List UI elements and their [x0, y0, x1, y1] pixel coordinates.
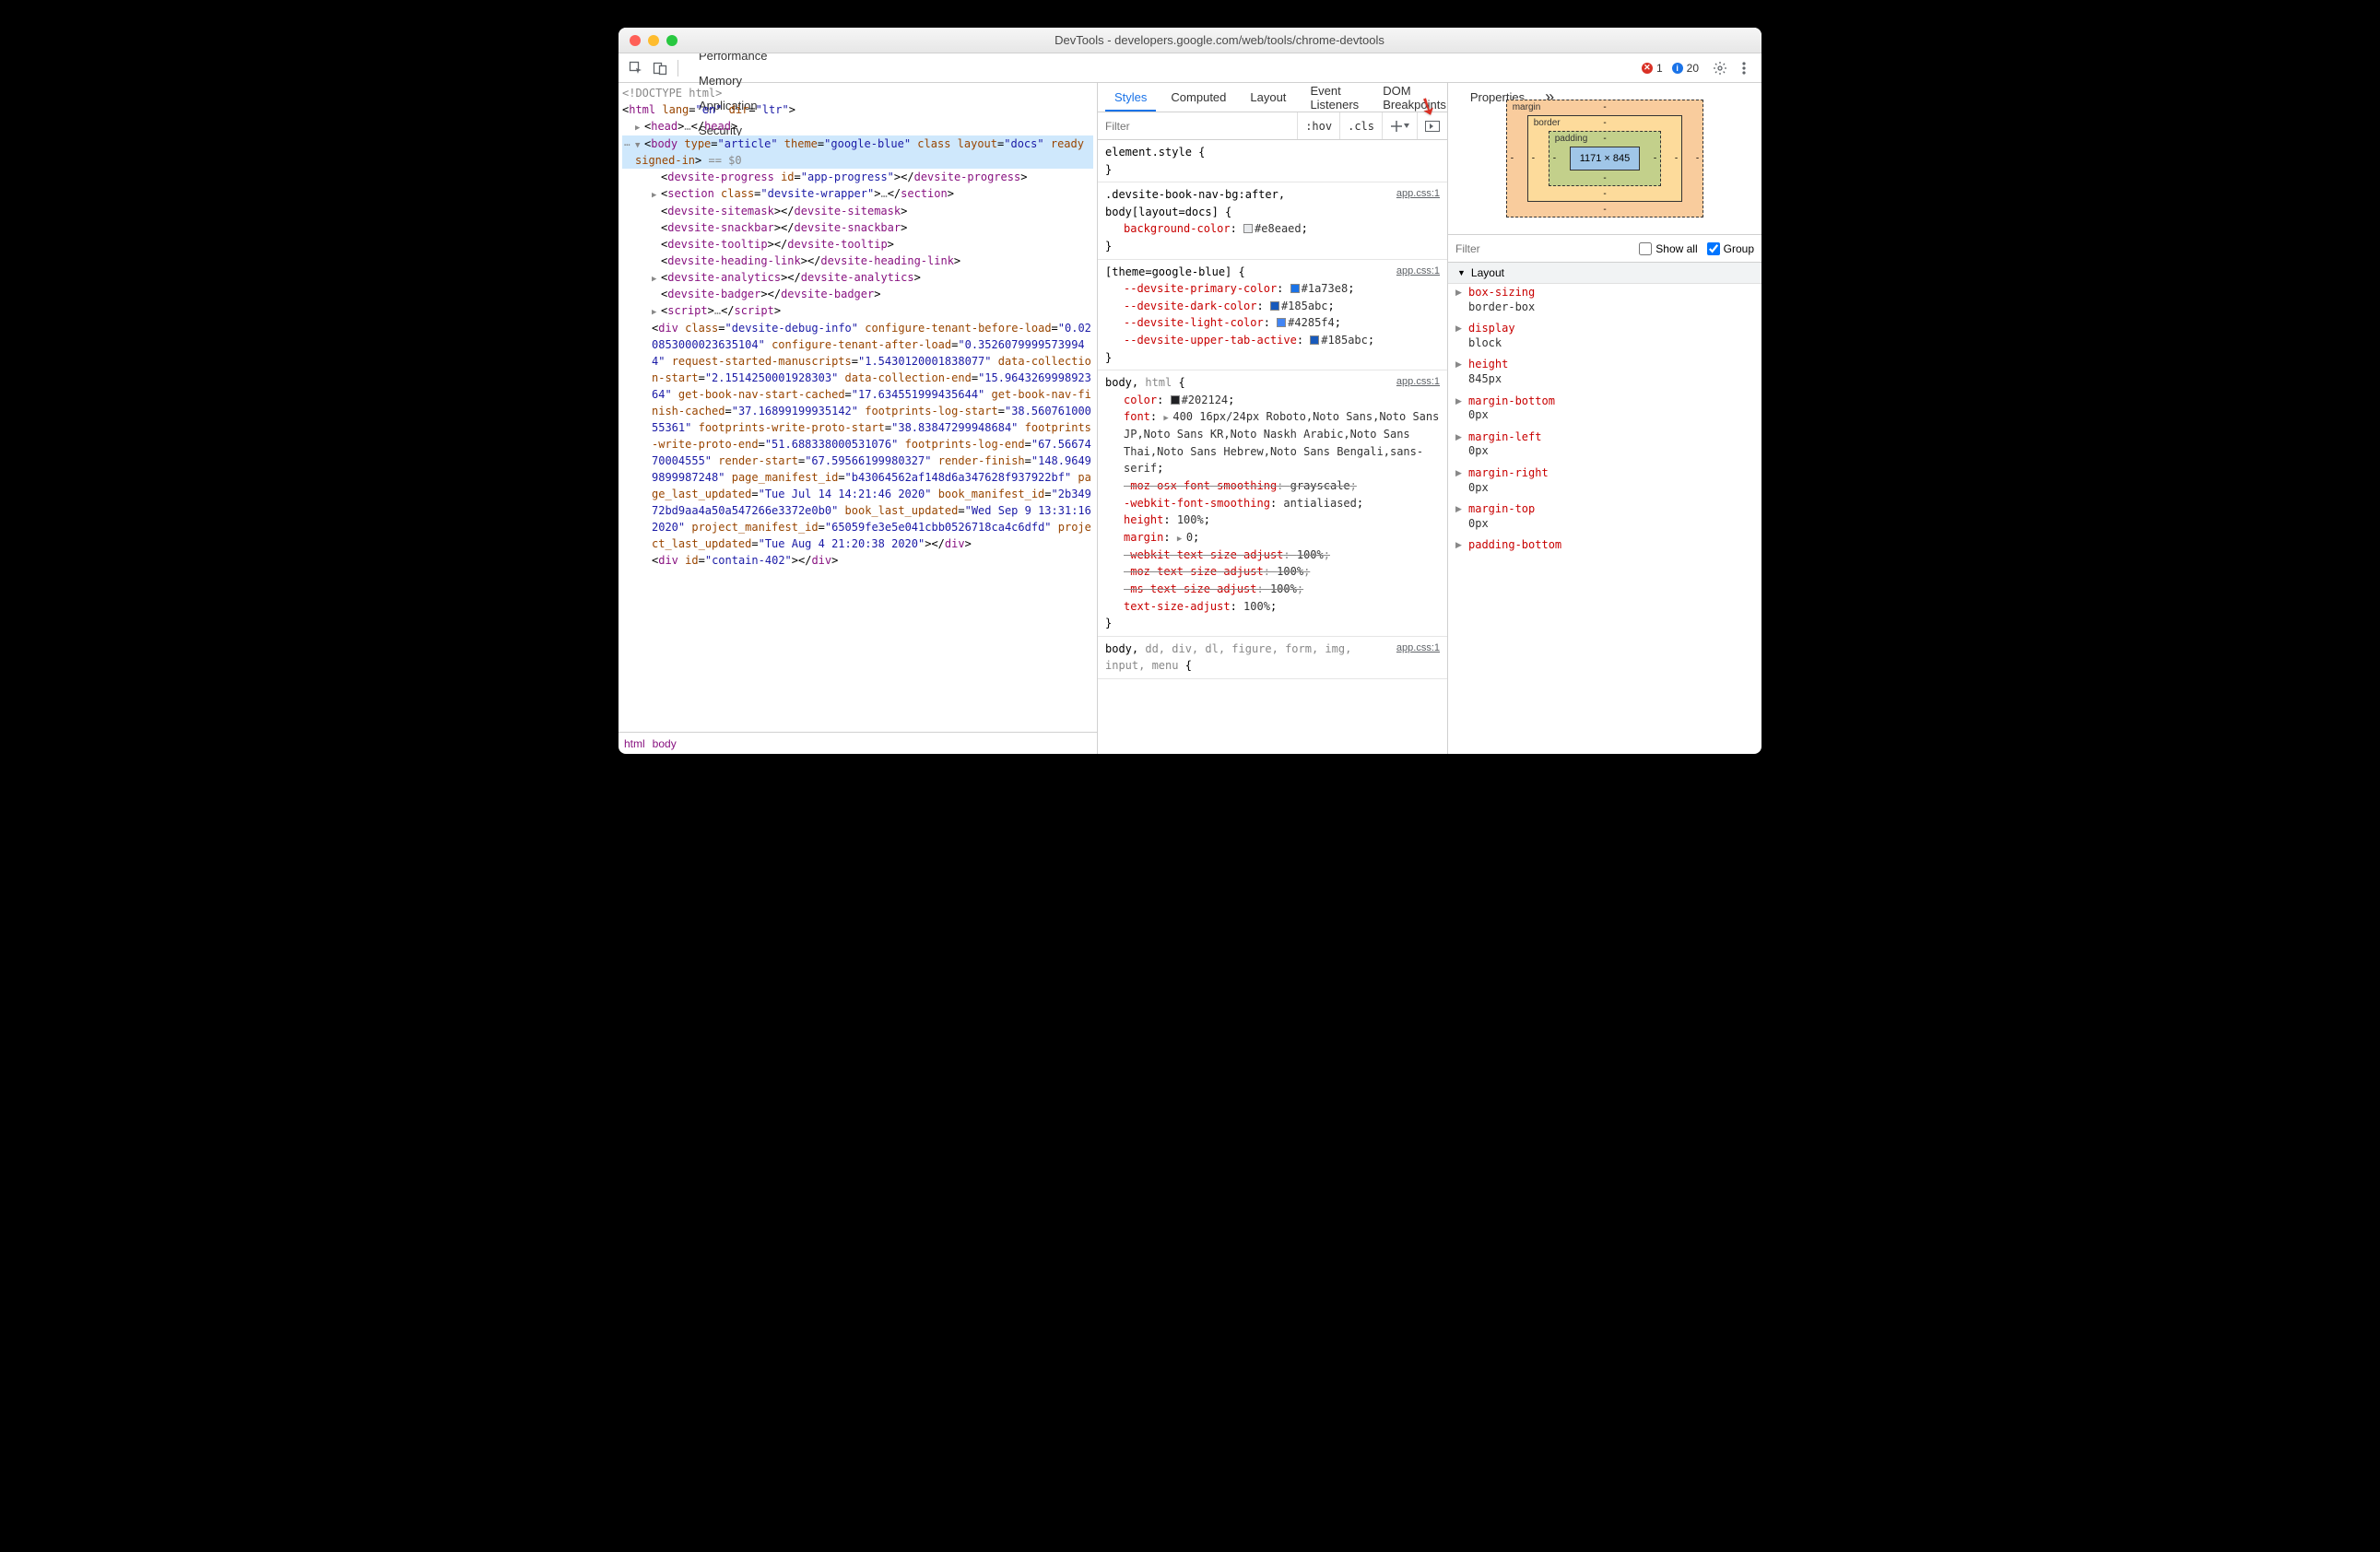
- computed-item[interactable]: ▶displayblock: [1448, 320, 1761, 356]
- inspect-icon[interactable]: [626, 58, 646, 78]
- layout-section-header[interactable]: ▼Layout: [1448, 263, 1761, 284]
- computed-item[interactable]: ▶padding-bottom: [1448, 536, 1761, 558]
- kebab-icon[interactable]: [1734, 58, 1754, 78]
- new-style-rule-button[interactable]: [1382, 112, 1417, 139]
- error-counter[interactable]: ✕1 i20: [1642, 62, 1699, 75]
- computed-filter-input[interactable]: [1455, 242, 1630, 255]
- gear-icon[interactable]: [1710, 58, 1730, 78]
- computed-item[interactable]: ▶box-sizingborder-box: [1448, 284, 1761, 320]
- computed-item[interactable]: ▶margin-top0px: [1448, 500, 1761, 536]
- breadcrumbs: html body: [619, 732, 1097, 754]
- main-tabbar: ElementsConsoleNetworkPerformanceMemoryA…: [619, 53, 1761, 83]
- minimize-icon[interactable]: [648, 35, 659, 46]
- hov-toggle[interactable]: :hov: [1297, 112, 1339, 139]
- computed-pane: margin - - - - border - - - - padding: [1448, 83, 1761, 754]
- computed-item[interactable]: ▶height845px: [1448, 356, 1761, 392]
- zoom-icon[interactable]: [666, 35, 677, 46]
- close-icon[interactable]: [630, 35, 641, 46]
- subtab-computed[interactable]: Computed: [1161, 85, 1235, 110]
- group-checkbox[interactable]: Group: [1707, 242, 1754, 255]
- window-title: DevTools - developers.google.com/web/too…: [677, 33, 1761, 47]
- devtools-window: DevTools - developers.google.com/web/too…: [619, 28, 1761, 754]
- subtab-dom-breakpoints[interactable]: DOM Breakpoints: [1373, 78, 1455, 117]
- style-rules[interactable]: element.style {}app.css:1.devsite-book-n…: [1098, 140, 1447, 754]
- dom-tree[interactable]: <!DOCTYPE html><html lang="en" dir="ltr"…: [619, 83, 1097, 732]
- elements-pane: <!DOCTYPE html><html lang="en" dir="ltr"…: [619, 83, 1098, 754]
- computed-item[interactable]: ▶margin-bottom0px: [1448, 393, 1761, 429]
- computed-item[interactable]: ▶margin-right0px: [1448, 464, 1761, 500]
- subtab-event-listeners[interactable]: Event Listeners: [1301, 78, 1368, 117]
- show-all-checkbox[interactable]: Show all: [1639, 242, 1697, 255]
- computed-filterbar: Show all Group: [1448, 235, 1761, 263]
- message-icon: i: [1672, 63, 1683, 74]
- styles-pane: StylesComputedLayoutEvent ListenersDOM B…: [1098, 83, 1448, 754]
- titlebar: DevTools - developers.google.com/web/too…: [619, 28, 1761, 53]
- device-toggle-icon[interactable]: [650, 58, 670, 78]
- crumb-body[interactable]: body: [653, 737, 677, 750]
- styles-filter-input[interactable]: [1098, 120, 1297, 133]
- crumb-html[interactable]: html: [624, 737, 645, 750]
- traffic-lights: [630, 35, 677, 46]
- subtab-layout[interactable]: Layout: [1241, 85, 1295, 110]
- computed-item[interactable]: ▶margin-left0px: [1448, 429, 1761, 464]
- box-content: 1171 × 845: [1570, 147, 1641, 170]
- error-icon: ✕: [1642, 63, 1653, 74]
- styles-toolbar: ➘ :hov .cls: [1098, 112, 1447, 140]
- computed-toggle-icon[interactable]: [1417, 112, 1447, 139]
- styles-subtabs: StylesComputedLayoutEvent ListenersDOM B…: [1098, 83, 1447, 112]
- subtab-styles[interactable]: Styles: [1105, 85, 1156, 112]
- box-model[interactable]: margin - - - - border - - - - padding: [1448, 83, 1761, 235]
- computed-list[interactable]: ▶box-sizingborder-box▶displayblock▶heigh…: [1448, 284, 1761, 754]
- cls-toggle[interactable]: .cls: [1339, 112, 1382, 139]
